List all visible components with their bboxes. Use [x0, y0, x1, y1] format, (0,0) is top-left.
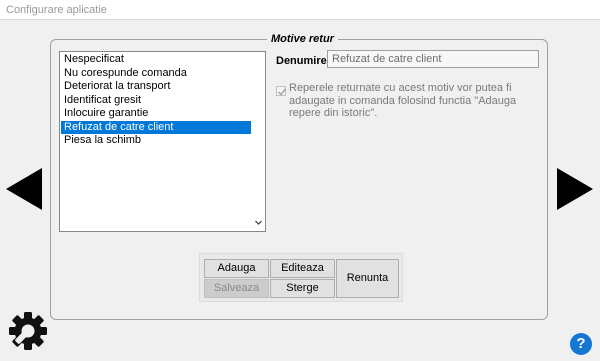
motive-listbox[interactable]: Nespecificat Nu corespunde comanda Deterio…	[59, 51, 266, 232]
sterge-button[interactable]: Sterge	[270, 279, 335, 298]
salveaza-button[interactable]: Salveaza	[204, 279, 269, 298]
list-item[interactable]: Refuzat de catre client	[61, 120, 251, 134]
group-legend: Motive retur	[267, 33, 338, 45]
list-item[interactable]: Nu corespunde comanda	[61, 67, 251, 81]
list-item[interactable]: Identificat gresit	[61, 94, 251, 108]
istoric-checkbox-label: Reperele returnate cu acest motiv vor pu…	[289, 82, 517, 119]
checkmark-icon	[278, 88, 287, 96]
list-item[interactable]: Inlocuire garantie	[61, 107, 251, 121]
title-bar: Configurare aplicatie	[0, 0, 600, 20]
list-item[interactable]: Deteriorat la transport	[61, 80, 251, 94]
motive-list: Nespecificat Nu corespunde comanda Deterio…	[61, 53, 251, 148]
help-icon[interactable]: ?	[570, 333, 592, 355]
list-scrollbar[interactable]	[251, 52, 265, 231]
triangle-left-icon[interactable]	[6, 168, 42, 210]
list-item[interactable]: Piesa la schimb	[61, 134, 251, 148]
istoric-checkbox[interactable]	[276, 86, 287, 96]
editeaza-button[interactable]: Editeaza	[270, 259, 335, 278]
triangle-right-icon[interactable]	[557, 168, 593, 210]
denumire-field[interactable]	[327, 50, 539, 68]
window-title: Configurare aplicatie	[6, 4, 107, 16]
denumire-label: Denumire:	[276, 55, 331, 67]
renunta-button[interactable]: Renunta	[336, 259, 399, 298]
adauga-button[interactable]: Adauga	[204, 259, 269, 278]
chevron-down-icon[interactable]	[255, 219, 262, 226]
list-item[interactable]: Nespecificat	[61, 53, 251, 67]
gear-icon[interactable]	[8, 311, 48, 351]
